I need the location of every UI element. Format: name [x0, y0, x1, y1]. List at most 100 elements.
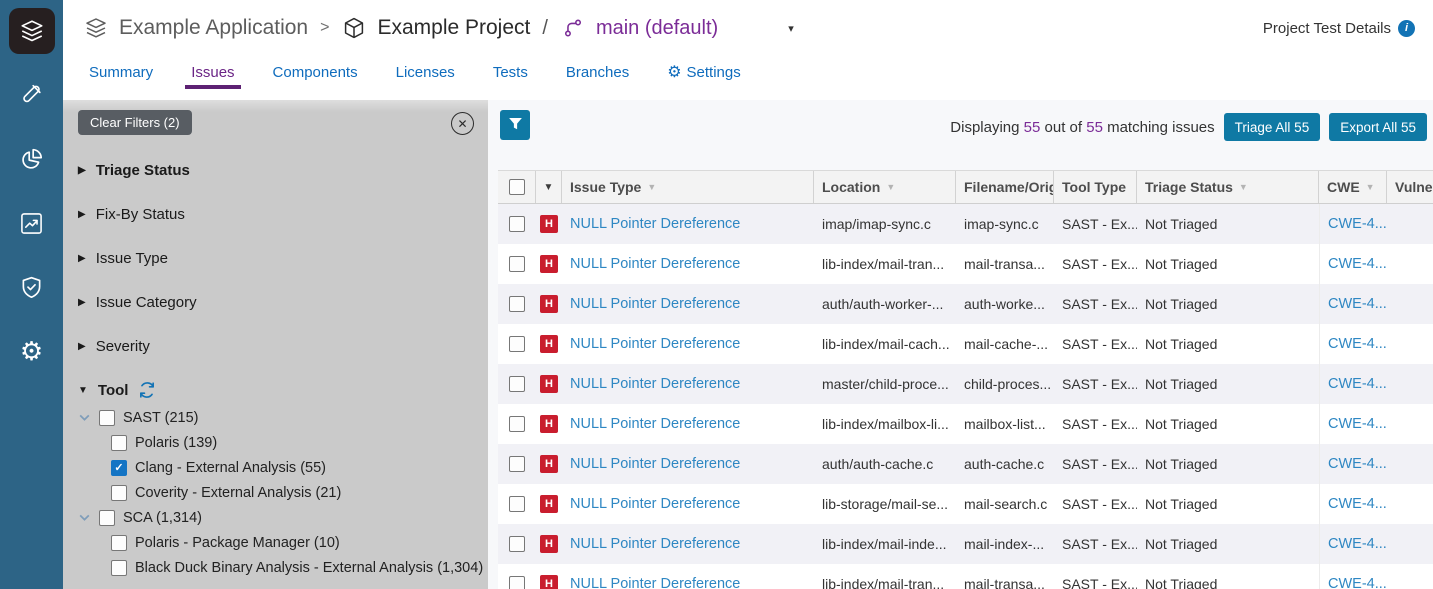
- clear-filters-button[interactable]: Clear Filters (2): [78, 110, 192, 135]
- cwe-link[interactable]: CWE-4...: [1328, 256, 1387, 272]
- close-filter-panel-button[interactable]: ✕: [451, 112, 474, 135]
- rail-item-security[interactable]: [9, 264, 55, 310]
- table-row: H NULL Pointer Dereference lib-storage/m…: [498, 484, 1433, 524]
- sca-checkbox[interactable]: [99, 510, 115, 526]
- project-tabs: Summary Issues Components Licenses Tests…: [63, 56, 1433, 100]
- rail-item-tests[interactable]: [9, 72, 55, 118]
- expand-all-caret-icon[interactable]: ▼: [544, 182, 554, 193]
- tool-item-label[interactable]: Clang - External Analysis (55): [135, 460, 326, 476]
- tab-tests[interactable]: Tests: [491, 56, 530, 91]
- issue-type-link[interactable]: NULL Pointer Dereference: [570, 576, 740, 589]
- row-checkbox[interactable]: [509, 376, 525, 392]
- polaris-pm-checkbox[interactable]: [111, 535, 127, 551]
- triage-all-button[interactable]: Triage All 55: [1224, 113, 1321, 141]
- row-checkbox[interactable]: [509, 256, 525, 272]
- tab-licenses[interactable]: Licenses: [394, 56, 457, 91]
- issue-type-link[interactable]: NULL Pointer Dereference: [570, 456, 740, 472]
- row-checkbox[interactable]: [509, 216, 525, 232]
- count-total: 55: [1086, 119, 1103, 136]
- cwe-link[interactable]: CWE-4...: [1328, 456, 1387, 472]
- rail-item-projects[interactable]: [9, 8, 55, 54]
- row-triage-status-cell: Not Triaged: [1137, 244, 1319, 284]
- column-header-filename[interactable]: Filename/Orig: [956, 171, 1054, 203]
- table-row: H NULL Pointer Dereference auth/auth-wor…: [498, 284, 1433, 324]
- row-cwe-cell: CWE-4...: [1319, 444, 1387, 484]
- rail-item-trends[interactable]: [9, 200, 55, 246]
- filter-section-triage-status[interactable]: ▶ Triage Status: [63, 162, 488, 179]
- filter-section-issue-type[interactable]: ▶ Issue Type: [63, 250, 488, 267]
- row-checkbox[interactable]: [509, 336, 525, 352]
- tab-branches[interactable]: Branches: [564, 56, 631, 91]
- row-severity-cell: H: [536, 244, 562, 284]
- row-location-cell: lib-index/mail-cach...: [814, 324, 956, 364]
- tab-components[interactable]: Components: [271, 56, 360, 91]
- filter-section-fix-by-status[interactable]: ▶ Fix-By Status: [63, 206, 488, 223]
- row-checkbox[interactable]: [509, 296, 525, 312]
- rail-item-settings[interactable]: ⚙: [9, 328, 55, 374]
- tool-item-label[interactable]: Coverity - External Analysis (21): [135, 485, 341, 501]
- row-checkbox[interactable]: [509, 576, 525, 589]
- row-triage-status-cell: Not Triaged: [1137, 484, 1319, 524]
- tool-item-label[interactable]: Polaris (139): [135, 435, 217, 451]
- export-all-button[interactable]: Export All 55: [1329, 113, 1427, 141]
- refresh-icon[interactable]: [138, 381, 156, 399]
- triangle-right-icon: ▶: [78, 297, 86, 308]
- chevron-down-icon[interactable]: [78, 511, 91, 524]
- row-checkbox[interactable]: [509, 496, 525, 512]
- shield-check-icon: [19, 274, 45, 300]
- trend-chart-icon: [19, 210, 45, 236]
- tool-item-label[interactable]: Black Duck Binary Analysis - External An…: [135, 560, 483, 576]
- issue-type-link[interactable]: NULL Pointer Dereference: [570, 376, 740, 392]
- cwe-link[interactable]: CWE-4...: [1328, 496, 1387, 512]
- tool-item-label[interactable]: Polaris - Package Manager (10): [135, 535, 340, 551]
- cwe-link[interactable]: CWE-4...: [1328, 336, 1387, 352]
- issue-type-link[interactable]: NULL Pointer Dereference: [570, 536, 740, 552]
- filter-section-issue-category[interactable]: ▶ Issue Category: [63, 294, 488, 311]
- coverity-checkbox[interactable]: [111, 485, 127, 501]
- filter-toggle-button[interactable]: [500, 110, 530, 140]
- tab-summary[interactable]: Summary: [87, 56, 155, 91]
- filter-section-severity[interactable]: ▶ Severity: [63, 338, 488, 355]
- polaris-checkbox[interactable]: [111, 435, 127, 451]
- breadcrumb-project[interactable]: Example Project: [377, 16, 530, 40]
- select-all-checkbox[interactable]: [509, 179, 525, 195]
- filter-section-tool[interactable]: ▼ Tool: [63, 381, 488, 399]
- branch-dropdown-caret-icon[interactable]: ▾: [788, 22, 794, 35]
- issue-type-link[interactable]: NULL Pointer Dereference: [570, 256, 740, 272]
- tab-issues[interactable]: Issues: [189, 56, 236, 91]
- sort-icon: ▼: [1239, 182, 1248, 192]
- issue-type-link[interactable]: NULL Pointer Dereference: [570, 216, 740, 232]
- chevron-down-icon[interactable]: [78, 411, 91, 424]
- cwe-link[interactable]: CWE-4...: [1328, 296, 1387, 312]
- cwe-link[interactable]: CWE-4...: [1328, 416, 1387, 432]
- issue-type-link[interactable]: NULL Pointer Dereference: [570, 496, 740, 512]
- sast-checkbox[interactable]: [99, 410, 115, 426]
- column-header-vulnerability[interactable]: Vulnera: [1387, 171, 1433, 203]
- row-checkbox[interactable]: [509, 456, 525, 472]
- rail-item-reports[interactable]: [9, 136, 55, 182]
- issue-type-link[interactable]: NULL Pointer Dereference: [570, 416, 740, 432]
- row-checkbox[interactable]: [509, 416, 525, 432]
- tab-settings[interactable]: ⚙ Settings: [665, 56, 743, 91]
- column-header-cwe[interactable]: CWE ▼: [1319, 171, 1387, 203]
- row-select-cell: [498, 204, 536, 244]
- column-header-location[interactable]: Location ▼: [814, 171, 956, 203]
- breadcrumb-application[interactable]: Example Application: [119, 16, 308, 40]
- bdba-checkbox[interactable]: [111, 560, 127, 576]
- issue-type-link[interactable]: NULL Pointer Dereference: [570, 296, 740, 312]
- cwe-link[interactable]: CWE-4...: [1328, 376, 1387, 392]
- cwe-link[interactable]: CWE-4...: [1328, 576, 1387, 589]
- cwe-link[interactable]: CWE-4...: [1328, 216, 1387, 232]
- column-header-triage-status[interactable]: Triage Status ▼: [1137, 171, 1319, 203]
- column-header-tool-type[interactable]: Tool Type: [1054, 171, 1137, 203]
- tool-group-label[interactable]: SAST (215): [123, 410, 199, 426]
- row-severity-cell: H: [536, 204, 562, 244]
- breadcrumb-branch[interactable]: main (default): [596, 17, 718, 40]
- column-header-issue-type[interactable]: Issue Type ▼: [562, 171, 814, 203]
- clang-checkbox-checked[interactable]: ✓: [111, 460, 127, 476]
- tool-group-label[interactable]: SCA (1,314): [123, 510, 202, 526]
- cwe-link[interactable]: CWE-4...: [1328, 536, 1387, 552]
- row-checkbox[interactable]: [509, 536, 525, 552]
- issue-type-link[interactable]: NULL Pointer Dereference: [570, 336, 740, 352]
- info-icon[interactable]: i: [1398, 20, 1415, 37]
